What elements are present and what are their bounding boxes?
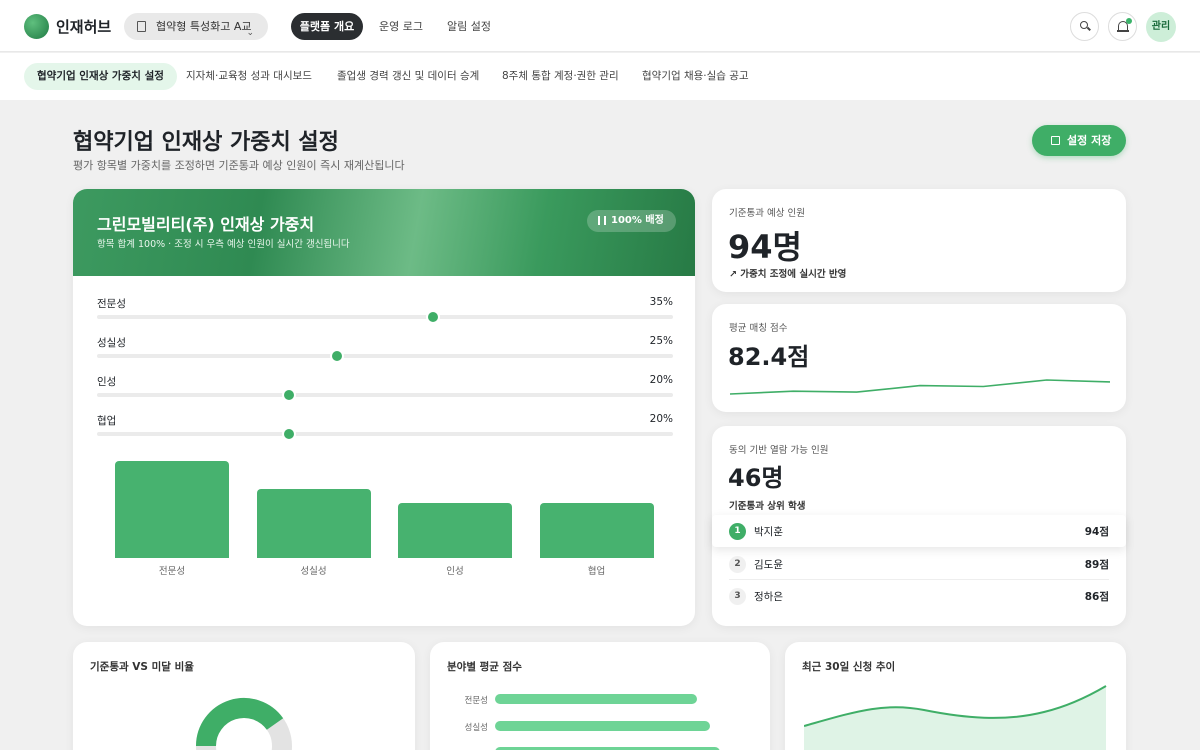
weight-slider-track[interactable] [97,315,673,319]
weight-slider-track[interactable] [97,354,673,358]
application-trend-chart [804,685,1107,750]
student-score: 86점 [1084,591,1109,603]
weights-banner: 그린모빌리티(주) 인재상 가중치 항목 합계 100% · 조정 시 우측 예… [73,189,695,276]
nav-platform-overview[interactable]: 플랫폼 개요 [291,13,363,40]
weight-value: 20% [649,374,673,386]
weight-slider-handle[interactable] [284,390,294,400]
weight-slider-handle[interactable] [284,429,294,439]
avg-label: 평균 매칭 점수 [729,323,788,334]
rank-badge: 2 [729,556,746,573]
weight-value: 20% [649,413,673,425]
student-score: 94점 [1084,526,1109,538]
pass-ratio-title: 기준통과 VS 미달 비율 [90,661,194,673]
save-label: 설정 저장 [1067,134,1112,147]
rank-badge: 3 [729,588,746,605]
field-bar [495,694,697,704]
notification-button[interactable] [1108,12,1137,41]
student-name: 박지훈 [754,526,783,538]
page-title: 협약기업 인재상 가중치 설정 [73,130,339,155]
weights-title: 그린모빌리티(주) 인재상 가중치 [97,215,315,234]
weight-label: 인성 [97,376,117,388]
top-bar: 인재허브 협약형 특성화고 A교 ⌄ 플랫폼 개요 운영 로그 알림 설정 관리 [0,0,1200,52]
building-icon [137,21,146,32]
badge-label: 100% 배정 [611,215,664,226]
tab-graduate-career[interactable]: 졸업생 경력 갱신 및 데이터 승계 [337,63,479,90]
field-bar [495,721,710,731]
chart-tick-label: 전문성 [158,566,186,577]
rank-badge: 1 [729,523,746,540]
chevron-down-icon: ⌄ [246,28,254,38]
pass-ratio-donut [196,697,292,750]
chart-tick-label: 인성 [446,566,464,577]
weight-slider-row: 협업 20% [97,413,673,443]
avg-match-card: 평균 매칭 점수 82.4점 [712,304,1126,412]
avg-sparkline [729,379,1111,395]
chart-tick-label: 성실성 [300,566,327,577]
weight-label: 전문성 [97,298,126,310]
application-trend-title: 최근 30일 신청 추이 [802,661,896,673]
weight-slider-handle[interactable] [332,351,342,361]
school-selector[interactable]: 협약형 특성화고 A교 ⌄ [124,13,268,40]
weight-label: 협업 [97,415,117,427]
expected-pass-card: 기준통과 예상 인원 94명 ↗ 가중치 조정에 실시간 반영 [712,189,1126,292]
sparkline-path [729,379,1111,395]
pass-ratio-card: 기준통과 VS 미달 비율 [73,642,415,750]
avg-value: 82.4점 [728,343,810,371]
list-item[interactable]: 3 정하은 86점 [712,580,1126,612]
consent-card: 동의 기반 열람 가능 인원 46명 기준통과 상위 학생 1 박지훈 94점 … [712,426,1126,626]
student-score: 89점 [1084,559,1109,571]
chart-bar [256,488,371,558]
application-trend-card: 최근 30일 신청 추이 [785,642,1126,750]
tab-account-permissions[interactable]: 8주체 통합 계정·권한 관리 [502,63,619,90]
save-icon [1051,136,1060,145]
tab-performance-dashboard[interactable]: 지자체·교육청 성과 대시보드 [186,63,312,90]
weights-subtitle: 항목 합계 100% · 조정 시 우측 예상 인원이 실시간 갱신됩니다 [97,239,350,250]
weight-slider-track[interactable] [97,432,673,436]
admin-avatar[interactable]: 관리 [1146,12,1176,42]
student-name: 정하은 [754,591,783,603]
chart-bar [398,502,512,558]
field-label: 성실성 [464,723,488,733]
logo-icon [24,14,49,39]
tab-company-weights[interactable]: 협약기업 인재상 가중치 설정 [24,63,177,90]
weight-slider-track[interactable] [97,393,673,397]
expected-label: 기준통과 예상 인원 [729,208,805,219]
brand-name: 인재허브 [56,18,112,36]
nav-alert-settings[interactable]: 알림 설정 [441,13,497,40]
list-item[interactable]: 1 박지훈 94점 [712,515,1126,547]
field-label: 전문성 [464,696,488,706]
save-settings-button[interactable]: 설정 저장 [1032,125,1126,156]
weight-value: 35% [649,296,673,308]
search-button[interactable] [1070,12,1099,41]
chart-bar [115,461,229,558]
sub-tab-bar: 협약기업 인재상 가중치 설정 지자체·교육청 성과 대시보드 졸업생 경력 갱… [0,53,1200,100]
chart-tick-label: 협업 [587,566,606,577]
nav-operation-log[interactable]: 운영 로그 [372,13,430,40]
field-avg-card: 분야별 평균 점수 전문성 성실성 [430,642,770,750]
sliders-icon [598,216,606,225]
allocation-badge: 100% 배정 [587,210,676,232]
consent-label: 동의 기반 열람 가능 인원 [729,445,829,456]
weight-slider-handle[interactable] [428,312,438,322]
tab-hiring-postings[interactable]: 협약기업 채용·실습 공고 [642,63,749,90]
weight-value: 25% [649,335,673,347]
weight-slider-row: 인성 20% [97,374,673,404]
student-name: 김도윤 [754,559,783,571]
notification-dot [1126,18,1132,24]
weight-slider-row: 전문성 35% [97,296,673,326]
school-name: 협약형 특성화고 A교 [156,20,252,33]
weight-slider-row: 성실성 25% [97,335,673,365]
consent-value: 46명 [728,464,784,492]
list-item[interactable]: 2 김도윤 89점 [712,548,1126,580]
weights-card: 그린모빌리티(주) 인재상 가중치 항목 합계 100% · 조정 시 우측 예… [73,189,695,626]
field-avg-title: 분야별 평균 점수 [447,661,522,673]
weight-label: 성실성 [97,337,126,349]
trend-up-icon: ↗ [729,269,741,280]
top-students-label: 기준통과 상위 학생 [729,501,806,512]
expected-value: 94명 [728,228,802,266]
expected-note: ↗ 가중치 조정에 실시간 반영 [729,269,847,280]
chart-bar [539,502,654,558]
page-subtitle: 평가 항목별 가중치를 조정하면 기준통과 예상 인원이 즉시 재계산됩니다 [73,159,405,172]
